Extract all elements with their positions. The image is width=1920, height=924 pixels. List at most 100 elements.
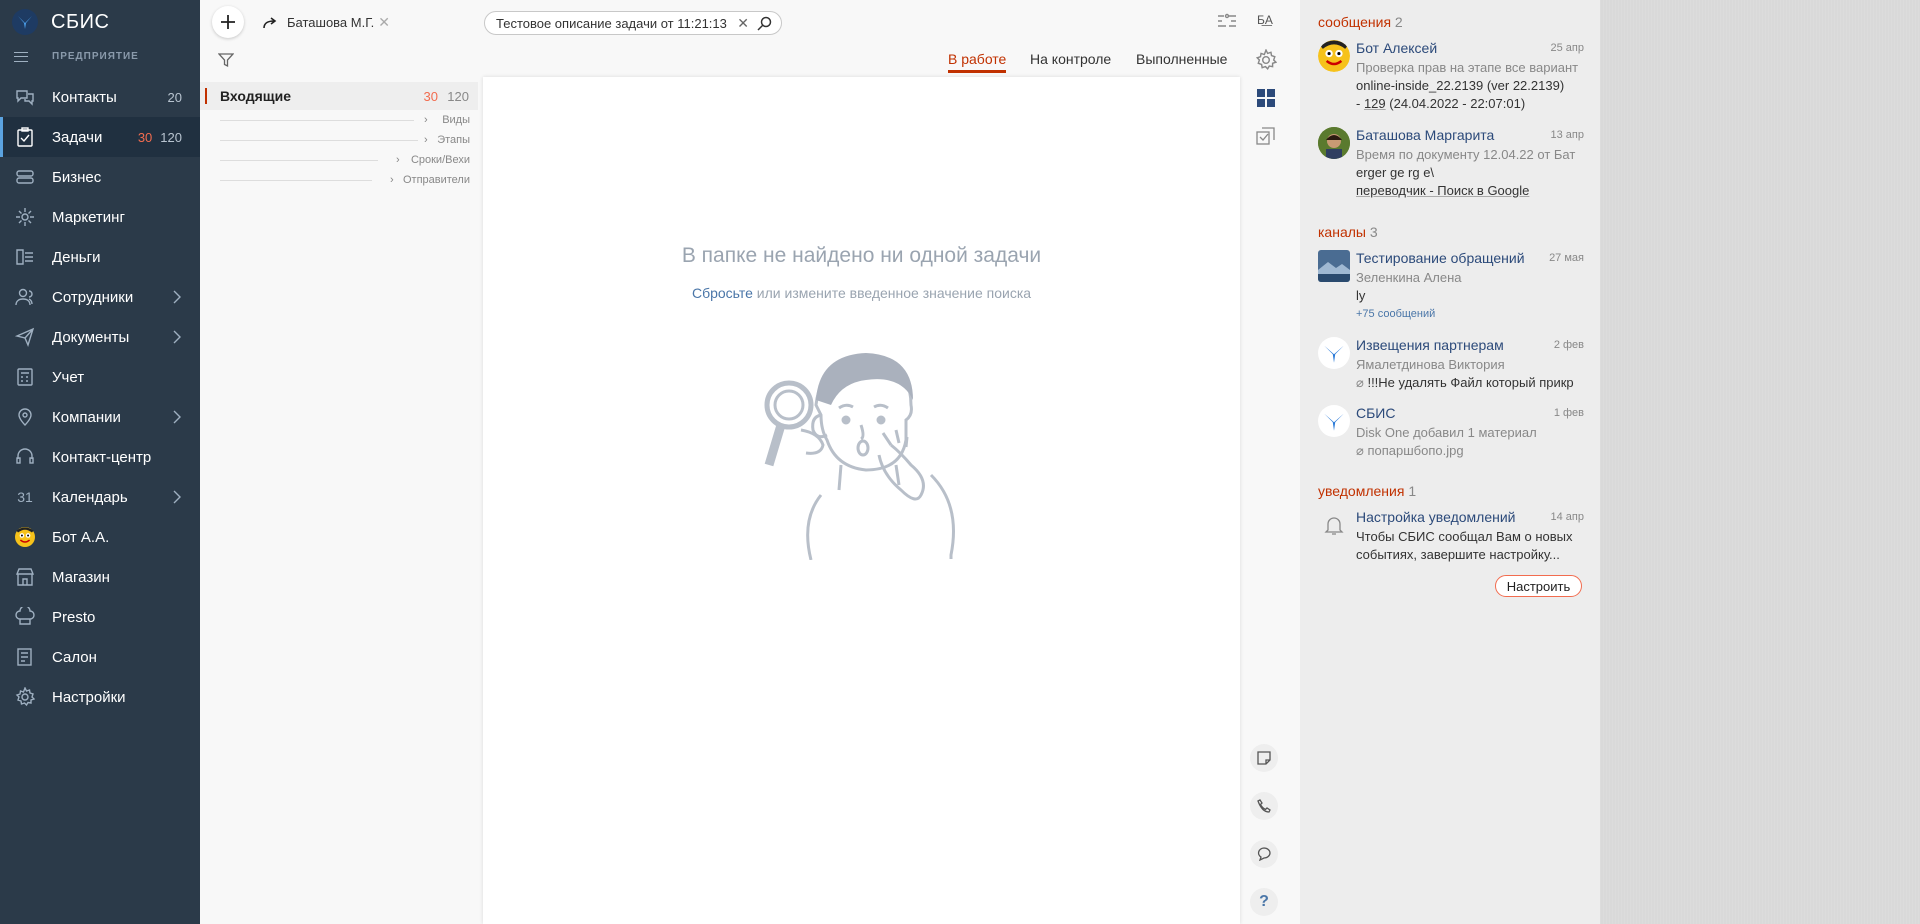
ledger-icon (15, 247, 35, 267)
chevron-right-icon[interactable] (168, 488, 186, 506)
message-item[interactable]: Бот Алексей 25 апр Проверка прав на этап… (1318, 40, 1584, 120)
org-name: ПРЕДПРИЯТИЕ (52, 51, 139, 62)
sidebar-item-bot[interactable]: Бот А.А. (0, 517, 200, 557)
sidebar-item-money[interactable]: Деньги (0, 237, 200, 277)
chevron-right-icon[interactable] (168, 328, 186, 346)
more-messages-link[interactable]: +75 сообщений (1356, 308, 1584, 320)
bot-avatar (15, 527, 35, 547)
folder-group-types[interactable]: › Виды (200, 110, 478, 130)
sidebar-item-contacts[interactable]: Контакты 20 (0, 77, 200, 117)
remove-filter-icon[interactable]: ✕ (378, 14, 390, 31)
logo[interactable]: СБИС (12, 9, 109, 35)
user-name: Баташова М.Г. (287, 15, 375, 30)
chat-icon[interactable] (1250, 840, 1278, 868)
empty-state-title: В папке не найдено ни одной задачи (681, 244, 1042, 267)
sidebar-item-shop[interactable]: Магазин (0, 557, 200, 597)
new-count-badge: 30 (423, 88, 438, 104)
folder-group-stages[interactable]: › Этапы (200, 130, 478, 150)
bot-avatar (1318, 40, 1350, 72)
sbis-logo-icon (1318, 405, 1350, 437)
help-icon[interactable]: ? (1250, 888, 1278, 916)
folder-inbox[interactable]: Входящие 30 120 (200, 82, 478, 110)
google-link[interactable]: переводчик - Поиск в Google (1356, 183, 1584, 198)
task-list: В папке не найдено ни одной задачи Сброс… (483, 77, 1240, 924)
tab-completed[interactable]: Выполненные (1136, 51, 1227, 67)
message-item[interactable]: Баташова Маргарита 13 апр Время по докум… (1318, 127, 1584, 198)
section-channels[interactable]: каналы 3 (1318, 224, 1378, 240)
task-clipboard-icon (15, 127, 35, 147)
sort-alphabet-icon[interactable]: Б͟А (1257, 13, 1273, 27)
filter-list-icon[interactable] (1217, 13, 1237, 34)
notebook-icon (15, 647, 35, 667)
tab-in-progress[interactable]: В работе (948, 51, 1007, 73)
user-avatar (1318, 127, 1350, 159)
chevron-right-icon[interactable] (168, 408, 186, 426)
chef-hat-icon (15, 607, 35, 627)
folder-group-deadlines[interactable]: › Сроки/Вехи (200, 150, 478, 170)
chevron-right-icon: › (424, 114, 428, 126)
notification-item[interactable]: Настройка уведомлений 14 апр Чтобы СБИС … (1318, 509, 1584, 569)
sbis-logo-icon (12, 9, 38, 35)
phone-icon[interactable] (1250, 792, 1278, 820)
gear-icon (15, 687, 35, 707)
sidebar-item-accounting[interactable]: Учет (0, 357, 200, 397)
sidebar-item-documents[interactable]: Документы (0, 317, 200, 357)
gear-icon[interactable] (1255, 48, 1278, 76)
search-icon[interactable] (757, 16, 772, 34)
channel-item[interactable]: СБИС 1 фев Disk One добавил 1 материал ⌀… (1318, 405, 1584, 465)
main-area: Баташова М.Г. ✕ Тестовое описание задачи… (200, 0, 1300, 924)
store-icon (15, 567, 35, 587)
chevron-right-icon: › (424, 134, 428, 146)
notification-panel: сообщения 2 Бот Алексей 25 апр Проверка … (1300, 0, 1600, 924)
calendar-icon: 31 (17, 489, 33, 505)
channel-avatar (1318, 250, 1350, 282)
channel-item[interactable]: Извещения партнерам 2 фев Ямалетдинова В… (1318, 337, 1584, 397)
sidebar-item-calendar[interactable]: 31 Календарь (0, 477, 200, 517)
org-switcher[interactable]: ПРЕДПРИЯТИЕ (14, 51, 139, 62)
sidebar-item-companies[interactable]: Компании (0, 397, 200, 437)
note-icon[interactable] (1250, 744, 1278, 772)
sidebar-item-business[interactable]: Бизнес (0, 157, 200, 197)
chat-bubbles-icon (15, 87, 35, 107)
paper-plane-icon (15, 327, 35, 347)
location-pin-icon (15, 407, 35, 427)
sidebar-item-tasks[interactable]: Задачи 30 120 (0, 117, 200, 157)
configure-button[interactable]: Настроить (1495, 575, 1582, 597)
chevron-right-icon: › (396, 154, 400, 166)
wallpaper (1600, 0, 1920, 924)
chevron-right-icon[interactable] (168, 288, 186, 306)
bell-icon (1318, 509, 1350, 541)
search-input[interactable]: Тестовое описание задачи от 11:21:13 ✕ (484, 11, 782, 35)
sidebar-item-employees[interactable]: Сотрудники (0, 277, 200, 317)
magnifier-man-illustration (764, 353, 955, 560)
attachment-icon: ⌀ (1356, 375, 1368, 390)
sidebar-item-salon[interactable]: Салон (0, 637, 200, 677)
chevron-right-icon: › (390, 174, 394, 186)
sidebar-item-presto[interactable]: Presto (0, 597, 200, 637)
sidebar-item-marketing[interactable]: Маркетинг (0, 197, 200, 237)
section-notifications[interactable]: уведомления 1 (1318, 483, 1416, 499)
section-messages[interactable]: сообщения 2 (1318, 14, 1403, 30)
clear-search-icon[interactable]: ✕ (737, 15, 749, 32)
sidebar-item-settings[interactable]: Настройки (0, 677, 200, 717)
user-filter-chip[interactable]: Баташова М.Г. ✕ (263, 14, 390, 31)
count-badge: 20 (167, 89, 182, 105)
grid-view-icon[interactable] (1257, 89, 1275, 112)
channel-item[interactable]: Тестирование обращений 27 мая Зеленкина … (1318, 250, 1584, 325)
empty-state-hint: Сбросьте или измените введенное значение… (691, 285, 1032, 301)
tab-on-control[interactable]: На контроле (1030, 51, 1111, 67)
select-checkbox-icon[interactable] (1256, 126, 1276, 151)
reset-search-link[interactable]: Сбросьте (692, 285, 753, 301)
ticket-link[interactable]: 129 (1364, 96, 1386, 111)
menu-icon[interactable] (14, 51, 28, 62)
new-count-badge: 30 (137, 129, 153, 145)
create-task-button[interactable] (212, 6, 244, 38)
layers-icon (15, 167, 35, 187)
calculator-icon (15, 367, 35, 387)
count-badge: 120 (447, 88, 469, 104)
search-value: Тестовое описание задачи от 11:21:13 (496, 15, 727, 31)
filter-icon[interactable] (217, 52, 235, 73)
sbis-logo-icon (1318, 337, 1350, 369)
sidebar-item-contact-center[interactable]: Контакт-центр (0, 437, 200, 477)
folder-group-senders[interactable]: › Отправители (200, 170, 478, 190)
